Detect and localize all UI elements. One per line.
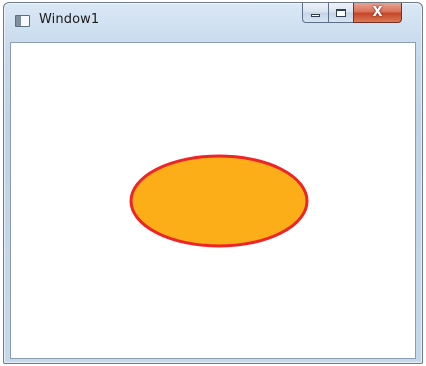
application-window: Window1 X bbox=[3, 2, 423, 364]
maximize-button[interactable] bbox=[328, 3, 354, 23]
orange-ellipse-shape bbox=[129, 154, 309, 248]
caption-buttons: X bbox=[302, 3, 416, 24]
window-app-icon[interactable] bbox=[15, 15, 30, 27]
title-bar[interactable]: Window1 X bbox=[4, 3, 422, 39]
drawing-canvas bbox=[129, 154, 309, 248]
close-button[interactable]: X bbox=[353, 3, 402, 23]
close-icon: X bbox=[372, 5, 383, 20]
minimize-icon bbox=[311, 14, 320, 17]
minimize-button[interactable] bbox=[302, 3, 329, 23]
client-area bbox=[10, 42, 416, 359]
window-title: Window1 bbox=[39, 12, 100, 27]
maximize-icon bbox=[336, 8, 346, 17]
